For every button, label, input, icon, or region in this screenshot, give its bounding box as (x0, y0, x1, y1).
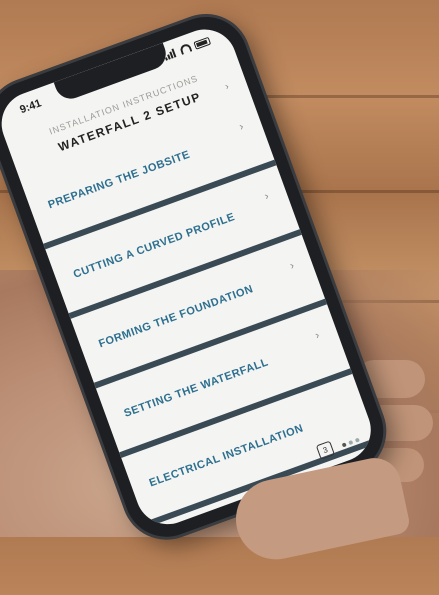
page-dot (354, 437, 360, 443)
menu-item-label: PREPARING THE JOBSITE (46, 148, 192, 212)
chevron-right-icon: › (262, 190, 271, 203)
page-dots[interactable] (341, 437, 360, 448)
signal-icon (163, 48, 178, 61)
battery-icon (193, 36, 211, 50)
page-dot (348, 439, 354, 446)
page-number-badge[interactable]: 3 (315, 440, 336, 460)
wifi-icon (178, 42, 193, 55)
chevron-right-icon: › (237, 120, 246, 134)
status-time: 9:41 (18, 97, 44, 117)
app-screen: 9:41 INSTALLATION INSTRUCTIONS WATERFALL… (0, 20, 380, 534)
page-dot (341, 442, 347, 448)
status-icons (163, 36, 211, 61)
chevron-right-icon: › (288, 259, 296, 273)
chevron-right-icon: › (313, 329, 322, 342)
